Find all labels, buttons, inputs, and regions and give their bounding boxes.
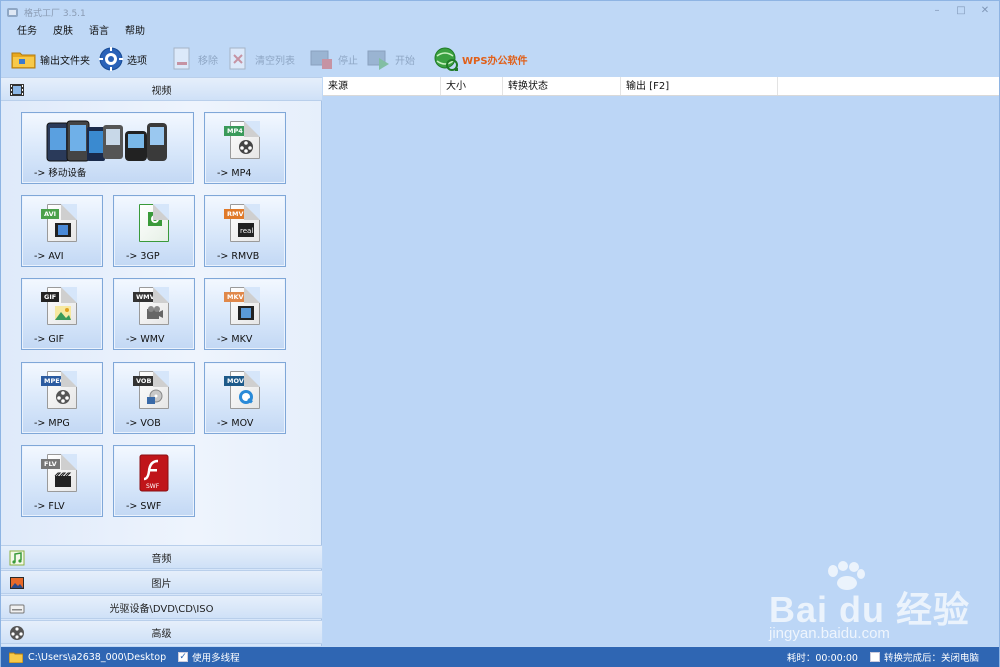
mkv-file-icon: MKV (224, 287, 260, 325)
tile-label: -> SWF (126, 501, 162, 512)
window-title: 格式工厂 3.5.1 (24, 8, 86, 19)
baidu-watermark: Bai du 经验 jingyan.baidu.com (769, 561, 999, 646)
tile-label: -> MOV (217, 418, 254, 429)
watermark-url: jingyan.baidu.com (769, 625, 890, 642)
tile-gif[interactable]: GIF -> GIF (21, 278, 103, 350)
after-done-checkbox[interactable] (869, 652, 880, 662)
output-folder-button[interactable]: 输出文件夹 (11, 44, 90, 74)
tile-label: -> GIF (34, 334, 65, 345)
category-disc[interactable]: 光驱设备\DVD\CD\ISO (1, 595, 322, 619)
film-icon (9, 82, 25, 98)
video-format-grid: -> 移动设备 MP4 -> MP4 AVI -> AVI -> 3GP RMV… (1, 101, 321, 545)
menu-task[interactable]: 任务 (9, 23, 45, 41)
clear-list-icon (226, 46, 252, 72)
multithread-checkbox[interactable]: ✓ (178, 652, 189, 662)
category-advanced[interactable]: 高级 (1, 620, 322, 644)
gif-file-icon: GIF (41, 287, 77, 325)
tile-label: -> MPG (34, 418, 70, 429)
category-video[interactable]: 视频 (1, 77, 322, 101)
svg-text:real: real (240, 227, 253, 235)
avi-file-icon: AVI (41, 204, 77, 242)
menu-skin[interactable]: 皮肤 (45, 23, 81, 41)
menu-bar: 任务 皮肤 语言 帮助 (9, 23, 153, 41)
category-image[interactable]: 图片 (1, 570, 322, 594)
swf-flash-icon: SWF (139, 454, 169, 495)
folder-icon (11, 46, 37, 72)
wps-globe-icon (433, 46, 459, 72)
tile-flv[interactable]: FLV -> FLV (21, 445, 103, 517)
tile-rmvb[interactable]: RMVB real -> RMVB (204, 195, 286, 267)
mp4-file-icon: MP4 (224, 121, 260, 159)
output-path[interactable]: C:\Users\a2638_000\Desktop (28, 652, 166, 663)
tile-label: -> 3GP (126, 251, 160, 262)
disc-drive-icon (9, 600, 25, 616)
tile-mp4[interactable]: MP4 -> MP4 (204, 112, 286, 184)
tile-label: -> MP4 (217, 168, 252, 179)
conversion-panel: 视频 -> 移动设备 MP4 -> MP4 AVI -> AVI -> 3GP … (1, 77, 322, 646)
mobile-devices-icon (45, 119, 171, 166)
tile-label: -> MKV (217, 334, 253, 345)
tile-mpg[interactable]: MPEG -> MPG (21, 362, 103, 434)
flv-file-icon: FLV (41, 454, 77, 492)
tile-vob[interactable]: VOB -> VOB (113, 362, 195, 434)
tile-label: -> AVI (34, 251, 64, 262)
column-output[interactable]: 输出 [F2] (621, 77, 778, 95)
mov-file-icon: MOV (224, 371, 260, 409)
tile-swf[interactable]: SWF -> SWF (113, 445, 195, 517)
gear-icon (98, 46, 124, 72)
minimize-button[interactable]: – (929, 5, 945, 17)
elapsed-time: 耗时：00:00:00 (786, 653, 858, 664)
tile-label: -> RMVB (217, 251, 260, 262)
remove-icon (169, 46, 195, 72)
3gp-file-icon (139, 204, 169, 242)
category-audio[interactable]: 音频 (1, 545, 322, 569)
clear-list-button[interactable]: 清空列表 (226, 44, 295, 74)
app-icon (6, 6, 19, 19)
start-button[interactable]: 开始 (366, 44, 415, 74)
tile-wmv[interactable]: WMV -> WMV (113, 278, 195, 350)
close-button[interactable]: ✕ (977, 5, 993, 17)
toolbar: 输出文件夹 选项 移除 清空列表 停止 开始 WPS办公软件 (11, 43, 536, 75)
tile-3gp[interactable]: -> 3GP (113, 195, 195, 267)
tile-label: -> WMV (126, 334, 165, 345)
tile-avi[interactable]: AVI -> AVI (21, 195, 103, 267)
column-filler (778, 77, 999, 95)
folder-icon[interactable] (9, 651, 23, 663)
mpg-file-icon: MPEG (41, 371, 77, 409)
options-button[interactable]: 选项 (98, 44, 147, 74)
tile-label: -> FLV (34, 501, 65, 512)
menu-help[interactable]: 帮助 (117, 23, 153, 41)
stop-button[interactable]: 停止 (309, 44, 358, 74)
list-header: 来源 大小 转换状态 输出 [F2] (323, 77, 999, 96)
tile-label: -> VOB (126, 418, 161, 429)
start-icon (366, 46, 392, 72)
svg-text:SWF: SWF (146, 483, 160, 490)
tile-mkv[interactable]: MKV -> MKV (204, 278, 286, 350)
film-reel-icon (9, 625, 25, 641)
status-bar: C:\Users\a2638_000\Desktop ✓ 使用多线程 耗时：00… (1, 647, 999, 667)
menu-language[interactable]: 语言 (81, 23, 117, 41)
title-bar: 格式工厂 3.5.1 – □ ✕ (1, 1, 999, 23)
wps-office-button[interactable]: WPS办公软件 (433, 44, 528, 74)
music-note-icon (9, 550, 25, 566)
column-source[interactable]: 来源 (323, 77, 441, 95)
remove-button[interactable]: 移除 (169, 44, 218, 74)
tile-mobile-device[interactable]: -> 移动设备 (21, 112, 194, 184)
stop-icon (309, 46, 335, 72)
vob-file-icon: VOB (133, 371, 169, 409)
tile-mov[interactable]: MOV -> MOV (204, 362, 286, 434)
column-size[interactable]: 大小 (441, 77, 503, 95)
tile-label: -> 移动设备 (34, 168, 87, 179)
column-status[interactable]: 转换状态 (503, 77, 621, 95)
multithread-label: 使用多线程 (192, 653, 240, 664)
after-done-label: 转换完成后：关闭电脑 (883, 653, 979, 664)
picture-icon (9, 575, 25, 591)
maximize-button[interactable]: □ (953, 5, 969, 17)
wmv-file-icon: WMV (133, 287, 169, 325)
rmvb-file-icon: RMVB real (224, 204, 260, 242)
main-window: 格式工厂 3.5.1 – □ ✕ 任务 皮肤 语言 帮助 输出文件夹 选项 移除… (0, 0, 1000, 667)
